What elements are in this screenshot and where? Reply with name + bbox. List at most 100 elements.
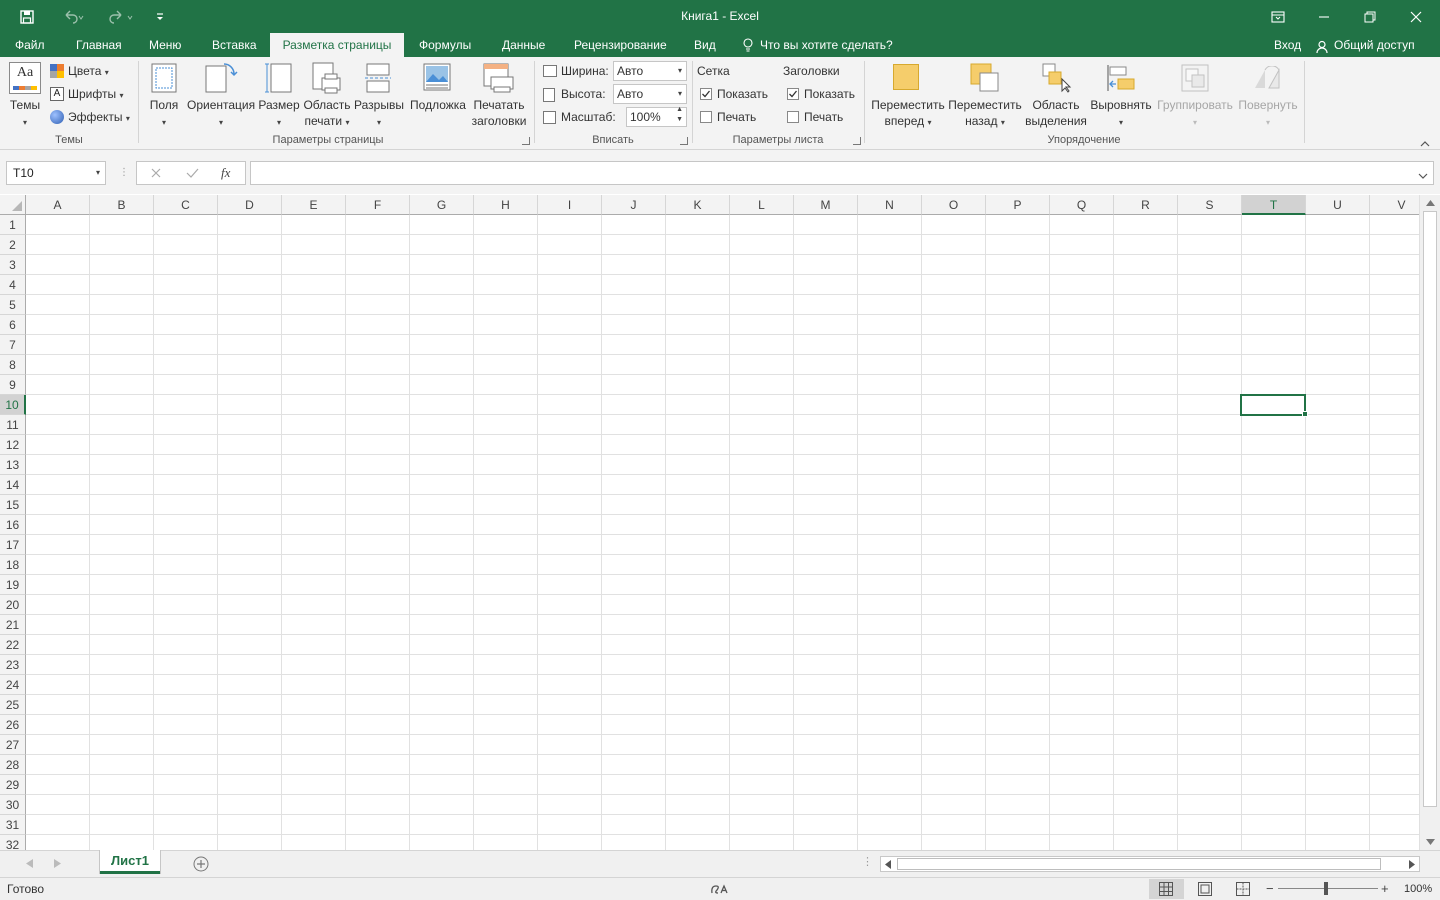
vertical-scroll-thumb[interactable] <box>1423 211 1437 807</box>
send-backward-button[interactable]: Переместить назад ▾ <box>947 97 1023 131</box>
customize-toolbar-icon[interactable] <box>152 0 168 33</box>
width-dropdown[interactable]: Авто ▾ <box>613 61 687 81</box>
row-header[interactable]: 13 <box>0 455 26 475</box>
vertical-scrollbar[interactable] <box>1419 195 1440 850</box>
row-header[interactable]: 2 <box>0 235 26 255</box>
align-button[interactable]: Выровнять <box>1089 97 1153 113</box>
row-header[interactable]: 9 <box>0 375 26 395</box>
ribbon-display-options-icon[interactable] <box>1266 0 1290 33</box>
cancel-entry-icon[interactable] <box>150 167 162 182</box>
column-header[interactable]: T <box>1242 195 1306 215</box>
row-header[interactable]: 21 <box>0 615 26 635</box>
scroll-up-icon[interactable] <box>1426 200 1435 206</box>
scale-stepper[interactable]: 100% ▲ ▼ <box>626 105 687 127</box>
row-header[interactable]: 29 <box>0 775 26 795</box>
tab-menu[interactable]: Меню <box>149 33 181 57</box>
fonts-button[interactable]: Шрифты ▾ <box>68 86 123 104</box>
column-header[interactable]: D <box>218 195 282 215</box>
selection-pane-button[interactable]: Область выделения <box>1023 97 1089 129</box>
row-header[interactable]: 16 <box>0 515 26 535</box>
row-header[interactable]: 15 <box>0 495 26 515</box>
tab-data[interactable]: Данные <box>502 33 545 57</box>
print-titles-button[interactable]: Печатать заголовки <box>469 97 529 129</box>
collapse-ribbon-icon[interactable] <box>1420 137 1430 151</box>
save-icon[interactable] <box>14 0 40 33</box>
tab-page-layout[interactable]: Разметка страницы <box>270 33 404 58</box>
zoom-level[interactable]: 100% <box>1404 878 1432 900</box>
scale-dialog-launcher-icon[interactable] <box>680 137 688 145</box>
column-header[interactable]: I <box>538 195 602 215</box>
themes-button[interactable]: Темы <box>6 97 44 113</box>
column-header[interactable]: H <box>474 195 538 215</box>
row-header[interactable]: 11 <box>0 415 26 435</box>
row-header[interactable]: 1 <box>0 215 26 235</box>
row-header[interactable]: 26 <box>0 715 26 735</box>
zoom-slider-track[interactable] <box>1278 888 1378 889</box>
column-header[interactable]: E <box>282 195 346 215</box>
column-header[interactable]: J <box>602 195 666 215</box>
accessibility-icon[interactable] <box>709 883 731 896</box>
orientation-button[interactable]: Ориентация <box>187 97 255 113</box>
scroll-left-icon[interactable] <box>885 860 891 869</box>
group-objects-button[interactable]: Группировать <box>1154 97 1236 113</box>
column-header[interactable]: C <box>154 195 218 215</box>
horizontal-scroll-thumb[interactable] <box>897 858 1381 870</box>
headings-print-checkbox[interactable] <box>787 111 799 123</box>
row-header[interactable]: 14 <box>0 475 26 495</box>
share-button[interactable]: Общий доступ <box>1310 33 1415 57</box>
chevron-down-icon[interactable]: ▾ <box>96 162 100 184</box>
fill-handle[interactable] <box>1302 411 1308 417</box>
margins-button[interactable]: Поля <box>145 97 183 113</box>
column-header[interactable]: B <box>90 195 154 215</box>
row-header[interactable]: 12 <box>0 435 26 455</box>
colors-button[interactable]: Цвета ▾ <box>68 63 109 81</box>
row-header[interactable]: 3 <box>0 255 26 275</box>
column-header[interactable]: M <box>794 195 858 215</box>
formula-input[interactable] <box>250 161 1434 185</box>
scroll-down-icon[interactable] <box>1426 839 1435 845</box>
row-header[interactable]: 7 <box>0 335 26 355</box>
sign-in-link[interactable]: Вход <box>1274 33 1301 57</box>
next-sheet-icon[interactable] <box>54 859 61 868</box>
cell-area[interactable] <box>26 215 1419 850</box>
sheet-tab-1[interactable]: Лист1 <box>100 850 160 874</box>
restore-icon[interactable] <box>1358 0 1382 33</box>
size-button[interactable]: Размер <box>257 97 301 113</box>
row-header[interactable]: 20 <box>0 595 26 615</box>
column-header[interactable]: A <box>26 195 90 215</box>
name-box[interactable]: T10 ▾ <box>6 161 106 185</box>
gridlines-print-checkbox[interactable] <box>700 111 712 123</box>
scroll-right-icon[interactable] <box>1409 860 1415 869</box>
tab-review[interactable]: Рецензирование <box>574 33 667 57</box>
background-button[interactable]: Подложка <box>407 97 469 113</box>
expand-formula-bar-icon[interactable] <box>1418 169 1428 183</box>
tab-split-grip-icon[interactable]: ⋮ <box>862 855 873 868</box>
stepper-arrows-icon[interactable]: ▲ ▼ <box>676 105 683 125</box>
page-break-view-icon[interactable] <box>1236 882 1250 896</box>
sheet-options-dialog-launcher-icon[interactable] <box>853 137 861 145</box>
prev-sheet-icon[interactable] <box>26 859 33 868</box>
bring-forward-button[interactable]: Переместить вперед ▾ <box>870 97 946 131</box>
page-setup-dialog-launcher-icon[interactable] <box>522 137 530 145</box>
confirm-entry-icon[interactable] <box>186 167 199 182</box>
zoom-out-icon[interactable]: − <box>1266 881 1274 897</box>
tab-insert[interactable]: Вставка <box>212 33 257 57</box>
row-header[interactable]: 19 <box>0 575 26 595</box>
column-header[interactable]: R <box>1114 195 1178 215</box>
insert-function-icon[interactable]: fx <box>221 165 230 181</box>
gridlines-view-checkbox[interactable] <box>700 88 712 100</box>
row-header[interactable]: 4 <box>0 275 26 295</box>
row-header[interactable]: 24 <box>0 675 26 695</box>
zoom-slider-thumb[interactable] <box>1324 882 1328 895</box>
active-cell[interactable] <box>1240 394 1306 416</box>
add-sheet-icon[interactable] <box>193 856 209 872</box>
tab-formulas[interactable]: Формулы <box>419 33 471 57</box>
column-header[interactable]: P <box>986 195 1050 215</box>
normal-view-button[interactable] <box>1149 879 1184 899</box>
row-header[interactable]: 5 <box>0 295 26 315</box>
zoom-in-icon[interactable]: + <box>1381 881 1389 897</box>
row-header[interactable]: 25 <box>0 695 26 715</box>
row-header[interactable]: 23 <box>0 655 26 675</box>
effects-button[interactable]: Эффекты ▾ <box>68 109 130 127</box>
row-header[interactable]: 31 <box>0 815 26 835</box>
